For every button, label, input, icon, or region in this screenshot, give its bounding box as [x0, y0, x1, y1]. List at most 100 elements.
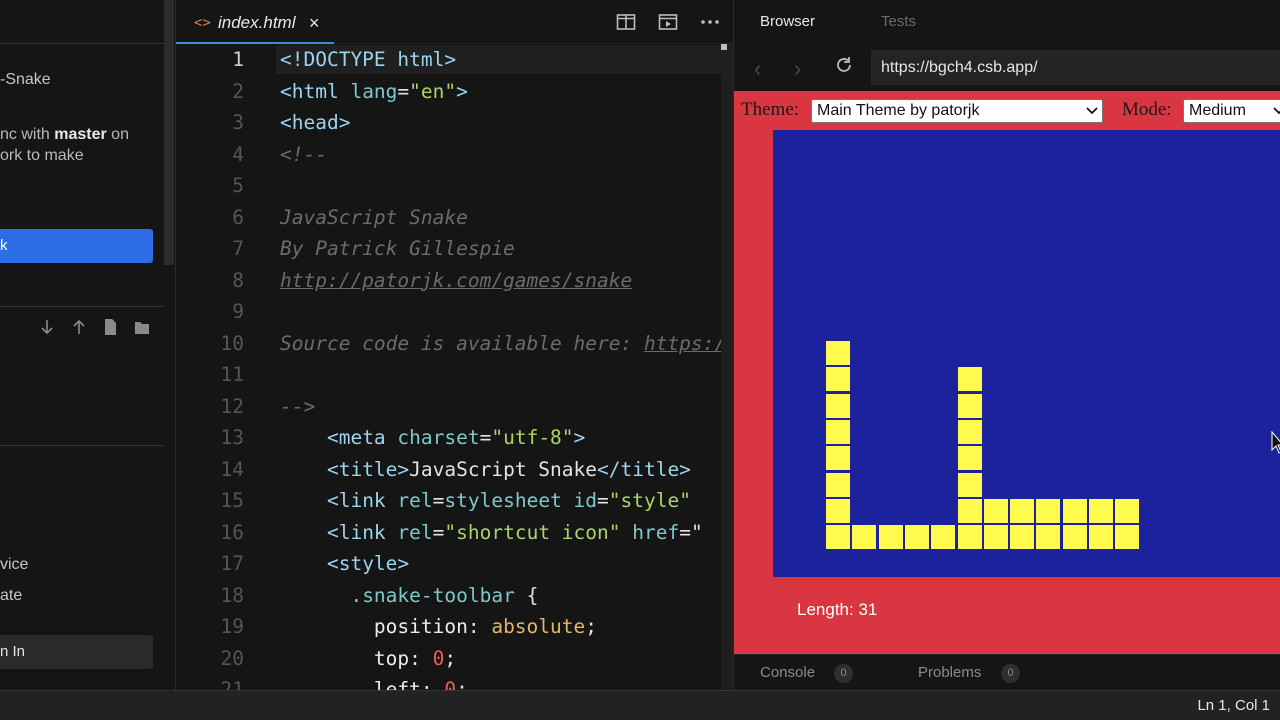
code-token: "shortcut icon" [444, 520, 633, 544]
sign-in-button[interactable]: n In [0, 635, 153, 669]
theme-select[interactable]: Main Theme by patorjk [811, 99, 1103, 123]
code-token: rel [397, 520, 433, 544]
tab-browser[interactable]: Browser [760, 13, 815, 30]
sidebar-item-device[interactable]: vice [0, 556, 28, 574]
snake-segment [826, 341, 850, 365]
code-token: http://patorjk.com/games/snake [280, 268, 633, 292]
code-editor[interactable]: <> index.html × 1 <!DOCTYPE html> 2 <html l… [176, 0, 733, 690]
mode-label: Mode: [1122, 99, 1172, 120]
split-editor-icon[interactable] [616, 12, 636, 32]
code-line[interactable]: 9 [176, 296, 733, 328]
code-token: : [467, 615, 492, 638]
code-token: <html [280, 79, 351, 103]
problems-count-badge: 0 [1001, 664, 1020, 683]
line-number: 2 [232, 79, 244, 103]
arrow-up-icon[interactable] [71, 318, 87, 336]
scrollbar-thumb[interactable] [721, 44, 727, 50]
snake-segment [852, 525, 877, 550]
code-line[interactable]: 16 <link rel="shortcut icon" href=" [176, 517, 733, 549]
code-line[interactable]: 13 <meta charset="utf-8"> [176, 422, 733, 454]
line-number: 8 [232, 268, 244, 292]
snake-segment [1115, 525, 1140, 550]
snake-segment [1036, 498, 1061, 523]
forward-icon[interactable]: › [794, 56, 801, 82]
back-icon[interactable]: ‹ [754, 56, 761, 82]
code-token: = [479, 426, 492, 449]
line-content: top: 0; [280, 647, 456, 670]
tab-tests[interactable]: Tests [881, 13, 916, 30]
snake-segment [957, 446, 982, 471]
tab-console[interactable]: Console [760, 664, 815, 681]
code-line[interactable]: 6 JavaScript Snake [176, 202, 733, 234]
code-line[interactable]: 10 Source code is available here: https:/… [176, 328, 733, 360]
code-token: JavaScript Snake [409, 457, 597, 481]
code-token: left [373, 678, 421, 690]
code-line[interactable]: 18 .snake-toolbar { [176, 580, 733, 612]
line-content: <html lang="en"> [280, 80, 468, 103]
line-number: 10 [220, 331, 244, 355]
code-token: top [373, 646, 410, 670]
arrow-down-icon[interactable] [39, 318, 55, 336]
line-content: --> [280, 395, 315, 418]
sync-message: nc with master on [0, 126, 129, 144]
code-line[interactable]: 14 <title>JavaScript Snake</title> [176, 454, 733, 486]
mode-select[interactable]: Medium [1183, 99, 1280, 123]
close-icon[interactable]: × [309, 13, 320, 34]
snake-segment [878, 525, 903, 550]
console-count-badge: 0 [834, 664, 853, 683]
line-number: 20 [220, 646, 244, 670]
code-token: <style> [326, 552, 410, 575]
sidebar-item-template[interactable]: ate [0, 587, 22, 605]
editor-scrollbar[interactable] [721, 44, 733, 690]
more-icon[interactable] [700, 12, 720, 32]
theme-label: Theme: [741, 99, 800, 120]
code-token: Source code is available here: [280, 331, 644, 355]
new-file-icon[interactable] [102, 318, 118, 336]
code-line[interactable]: 15 <link rel=stylesheet id="style" [176, 485, 733, 517]
game-board[interactable] [773, 130, 1280, 577]
reload-icon[interactable] [834, 55, 854, 75]
cursor-position[interactable]: Ln 1, Col 1 [1197, 697, 1270, 714]
snake-segment [1036, 525, 1061, 550]
line-content: <!-- [280, 143, 327, 166]
code-token: By Patrick Gillespie [280, 237, 515, 260]
code-token: 0 [432, 646, 445, 670]
snake-segment [1062, 498, 1087, 523]
code-line[interactable]: 3 <head> [176, 107, 733, 139]
code-line[interactable]: 11 [176, 359, 733, 391]
code-line[interactable]: 20 top: 0; [176, 643, 733, 675]
code-line[interactable]: 21 left: 0; [176, 674, 733, 690]
tab-problems[interactable]: Problems [918, 664, 981, 681]
code-line[interactable]: 12 --> [176, 391, 733, 423]
code-line[interactable]: 17 <style> [176, 548, 733, 580]
code-line[interactable]: 5 [176, 170, 733, 202]
preview-icon[interactable] [658, 12, 678, 32]
snake-segment [1010, 525, 1035, 550]
tab-index-html[interactable]: <> index.html × [176, 0, 334, 44]
new-folder-icon[interactable] [134, 318, 150, 336]
code-line[interactable]: 2 <html lang="en"> [176, 76, 733, 108]
sync-prefix: nc with [0, 126, 55, 143]
code-line[interactable]: 1 <!DOCTYPE html> [176, 44, 733, 76]
line-content: <style> [280, 552, 409, 575]
code-line[interactable]: 7 By Patrick Gillespie [176, 233, 733, 265]
code-token: 0 [444, 678, 457, 690]
code-token: = [432, 520, 445, 544]
code-token: "style" [608, 489, 703, 512]
line-content: By Patrick Gillespie [280, 237, 515, 260]
line-number: 18 [220, 583, 244, 607]
fork-button[interactable]: k [0, 229, 153, 263]
code-line[interactable]: 8 http://patorjk.com/games/snake [176, 265, 733, 297]
code-token: </title> [597, 457, 691, 481]
snake-segment [1089, 525, 1113, 550]
sidebar-divider [0, 306, 164, 307]
code-area[interactable]: 1 <!DOCTYPE html> 2 <html lang="en"> 3 <head>… [176, 44, 733, 690]
sidebar-scrollbar[interactable] [164, 0, 174, 265]
html-file-icon: <> [194, 15, 211, 31]
code-line[interactable]: 4 <!-- [176, 139, 733, 171]
url-input[interactable]: https://bgch4.csb.app/ [871, 50, 1280, 85]
code-line[interactable]: 19 position: absolute; [176, 611, 733, 643]
